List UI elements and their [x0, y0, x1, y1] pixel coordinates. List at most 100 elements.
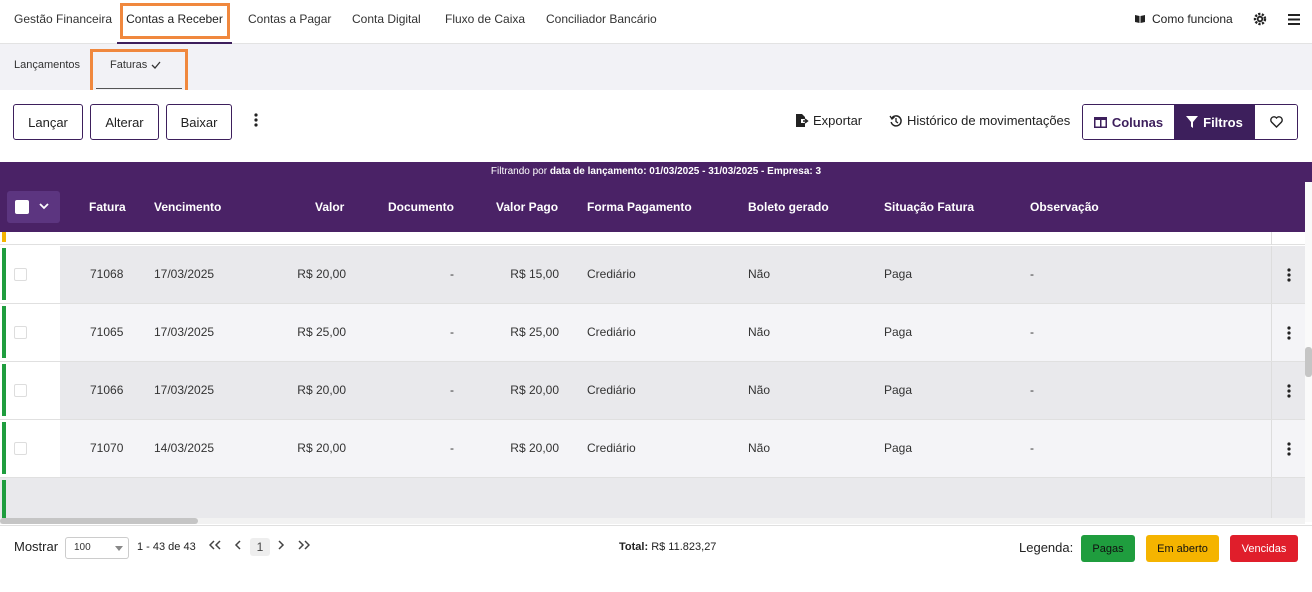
subtab-faturas-label: Faturas: [110, 59, 148, 71]
historico-link[interactable]: Histórico de movimentações: [889, 113, 1070, 128]
current-page[interactable]: 1: [250, 538, 270, 556]
row-checkbox[interactable]: [14, 384, 27, 397]
cell-fatura: 71068: [90, 267, 124, 281]
cell-documento: -: [450, 267, 454, 281]
colunas-label: Colunas: [1111, 114, 1164, 130]
table-row[interactable]: 71065 17/03/2025 R$ 25,00 - R$ 25,00 Cre…: [0, 304, 1305, 362]
more-actions-button[interactable]: [253, 113, 259, 132]
row-actions-button[interactable]: [1271, 304, 1305, 361]
page-size-select[interactable]: 100: [65, 537, 129, 559]
select-all-control[interactable]: [7, 191, 60, 223]
settings-button[interactable]: [1253, 0, 1267, 38]
cell-valor-pago: R$ 20,00: [510, 383, 559, 397]
tab-gestao-financeira[interactable]: Gestão Financeira: [14, 0, 112, 44]
partial-row-divider: [1271, 232, 1272, 245]
horizontal-scroll-thumb[interactable]: [0, 518, 198, 524]
select-all-checkbox[interactable]: [15, 200, 29, 214]
cell-situacao: Paga: [884, 441, 913, 455]
header-valor-pago[interactable]: Valor Pago: [496, 200, 558, 214]
subtab-lancamentos[interactable]: Lançamentos: [14, 59, 80, 71]
total-summary: Total: R$ 11.823,27: [619, 541, 716, 553]
help-link[interactable]: Como funciona: [1134, 0, 1233, 38]
row-select-cell: [0, 420, 60, 477]
cell-valor-pago: R$ 20,00: [510, 441, 559, 455]
header-observacao[interactable]: Observação: [1030, 200, 1099, 214]
cell-fatura: 71070: [90, 441, 124, 455]
book-icon: [1135, 15, 1145, 23]
status-stripe-paid: [2, 364, 6, 416]
header-boleto-gerado[interactable]: Boleto gerado: [748, 200, 829, 214]
tab-contas-a-pagar[interactable]: Contas a Pagar: [248, 0, 331, 44]
header-valor[interactable]: Valor: [315, 200, 344, 214]
menu-button[interactable]: [1288, 0, 1300, 38]
filter-detail: data de lançamento: 01/03/2025 - 31/03/2…: [549, 166, 822, 177]
table-row[interactable]: 71066 17/03/2025 R$ 20,00 - R$ 20,00 Cre…: [0, 362, 1305, 420]
header-forma-pagamento[interactable]: Forma Pagamento: [587, 200, 692, 214]
pagination-range: 1 - 43 de 43: [137, 541, 196, 553]
caret-down-icon: [115, 546, 123, 551]
double-chevron-left-icon: [208, 540, 221, 550]
header-documento[interactable]: Documento: [388, 200, 454, 214]
table-body: 71068 17/03/2025 R$ 20,00 - R$ 15,00 Cre…: [0, 232, 1305, 518]
cell-vencimento: 17/03/2025: [154, 383, 215, 397]
gear-icon: [1253, 12, 1267, 26]
cell-documento: -: [450, 325, 454, 339]
vertical-dots-icon: [254, 113, 258, 127]
first-page-button[interactable]: [208, 539, 221, 553]
subtab-faturas[interactable]: Faturas: [110, 59, 161, 71]
exportar-link[interactable]: Exportar: [795, 113, 862, 128]
table-header: Fatura Vencimento Valor Documento Valor …: [0, 182, 1305, 232]
cell-vencimento: 17/03/2025: [154, 267, 215, 281]
chevron-down-icon[interactable]: [39, 203, 49, 210]
row-checkbox[interactable]: [14, 442, 27, 455]
vertical-scrollbar[interactable]: [1305, 182, 1312, 522]
prev-page-button[interactable]: [234, 539, 242, 553]
cell-forma-pagamento: Crediário: [587, 267, 636, 281]
tab-contas-a-receber[interactable]: Contas a Receber: [117, 0, 232, 44]
favorite-button[interactable]: [1255, 105, 1297, 139]
mostrar-label: Mostrar: [14, 539, 59, 554]
filter-prefix: Filtrando por: [490, 166, 548, 177]
row-actions-button[interactable]: [1271, 362, 1305, 419]
last-page-button[interactable]: [298, 539, 311, 553]
cell-vencimento: 17/03/2025: [154, 325, 215, 339]
horizontal-scrollbar[interactable]: [0, 518, 1305, 524]
filtros-button[interactable]: Filtros: [1174, 105, 1255, 139]
baixar-button[interactable]: Baixar: [166, 104, 232, 140]
header-fatura[interactable]: Fatura: [89, 200, 126, 214]
tab-conta-digital[interactable]: Conta Digital: [352, 0, 421, 44]
row-actions-button[interactable]: [1271, 246, 1305, 303]
total-label: Total:: [619, 541, 649, 553]
row-actions-button[interactable]: [1271, 420, 1305, 477]
subtab-active-underline: [96, 88, 182, 89]
next-page-button[interactable]: [277, 539, 285, 553]
table-row[interactable]: 71070 14/03/2025 R$ 20,00 - R$ 20,00 Cre…: [0, 420, 1305, 478]
alterar-button[interactable]: Alterar: [90, 104, 159, 140]
cell-valor: R$ 25,00: [297, 325, 346, 339]
row-checkbox[interactable]: [14, 268, 27, 281]
table-row[interactable]: [0, 478, 1305, 518]
cell-observacao: -: [1030, 267, 1034, 281]
table-row[interactable]: 71068 17/03/2025 R$ 20,00 - R$ 15,00 Cre…: [0, 246, 1305, 304]
legend-pagas: Pagas: [1081, 535, 1135, 562]
lancar-button[interactable]: Lançar: [13, 104, 83, 140]
toolbar: Lançar Alterar Baixar Exportar Histórico…: [0, 90, 1312, 162]
colunas-button[interactable]: Colunas: [1083, 105, 1174, 139]
status-stripe-open: [2, 232, 6, 242]
cell-valor: R$ 20,00: [297, 267, 346, 281]
vertical-scroll-thumb[interactable]: [1305, 347, 1312, 377]
total-value: R$ 11.823,27: [651, 541, 717, 553]
columns-icon: [1093, 116, 1107, 128]
double-chevron-right-icon: [298, 540, 311, 550]
tab-conciliador-bancario[interactable]: Conciliador Bancário: [546, 0, 657, 44]
tab-fluxo-de-caixa[interactable]: Fluxo de Caixa: [445, 0, 525, 44]
cell-valor-pago: R$ 25,00: [510, 325, 559, 339]
heart-icon: [1269, 116, 1283, 128]
cell-valor: R$ 20,00: [297, 383, 346, 397]
row-checkbox[interactable]: [14, 326, 27, 339]
row-actions-divider: [1271, 478, 1272, 518]
cell-forma-pagamento: Crediário: [587, 325, 636, 339]
header-vencimento[interactable]: Vencimento: [154, 200, 221, 214]
header-situacao-fatura[interactable]: Situação Fatura: [884, 200, 974, 214]
vertical-dots-icon: [1286, 383, 1291, 398]
